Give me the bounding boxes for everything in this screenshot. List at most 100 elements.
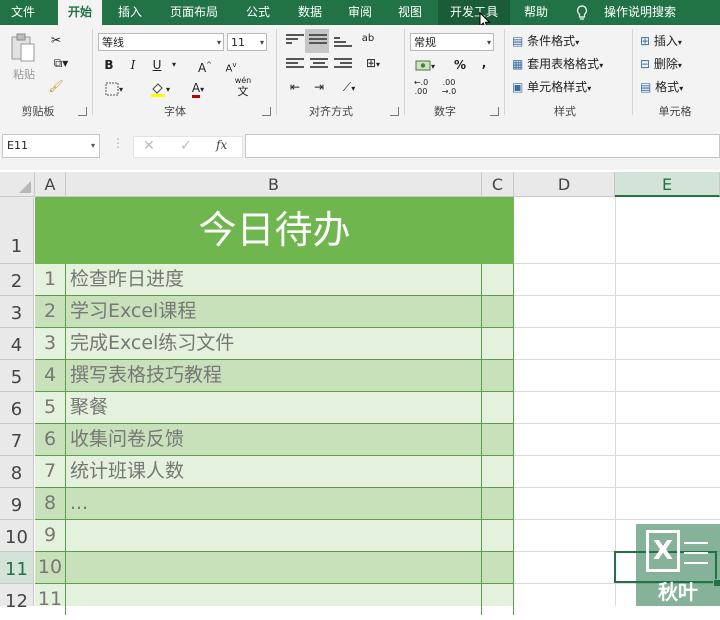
cancel-icon[interactable]: ✕ — [143, 138, 155, 154]
row-header-11[interactable]: 11 — [0, 552, 34, 584]
row-number-cell[interactable]: 10 — [35, 552, 66, 583]
row-number-cell[interactable]: 11 — [35, 584, 66, 615]
task-cell[interactable]: 撰写表格技巧教程 — [66, 360, 482, 391]
blank-cell[interactable] — [482, 264, 514, 295]
column-header-c[interactable]: C — [482, 172, 514, 197]
task-cell[interactable] — [66, 520, 482, 551]
row-header-4[interactable]: 4 — [0, 328, 34, 360]
confirm-icon[interactable]: ✓ — [180, 138, 192, 154]
column-header-e[interactable]: E — [615, 172, 720, 197]
select-all-corner[interactable] — [0, 172, 35, 197]
formula-input[interactable] — [245, 134, 720, 158]
table-row[interactable]: 11 — [35, 584, 514, 615]
task-cell[interactable]: 完成Excel练习文件 — [66, 328, 482, 359]
insert-cells-button[interactable]: ⊞ 插入▾ — [640, 31, 704, 51]
copy-icon[interactable]: ⧉▾ — [46, 53, 76, 73]
fill-color-button[interactable]: ▾ — [146, 78, 174, 98]
menu-home[interactable]: 开始 — [58, 0, 102, 25]
row-header-6[interactable]: 6 — [0, 392, 34, 424]
task-cell[interactable]: 统计班课人数 — [66, 456, 482, 487]
blank-cell[interactable] — [482, 520, 514, 551]
underline-button[interactable]: U — [148, 55, 166, 75]
row-header-8[interactable]: 8 — [0, 456, 34, 488]
blank-cell[interactable] — [482, 328, 514, 359]
row-header-1[interactable]: 1 — [0, 197, 34, 264]
menu-view[interactable]: 视图 — [390, 0, 430, 25]
task-cell[interactable]: 聚餐 — [66, 392, 482, 423]
table-row[interactable]: 4 撰写表格技巧教程 — [35, 360, 514, 392]
paste-button[interactable]: 粘贴 — [10, 33, 38, 82]
conditional-formatting-button[interactable]: ▤ 条件格式▾ — [512, 31, 612, 51]
number-launcher-icon[interactable] — [490, 107, 499, 116]
percent-style-button[interactable]: % — [450, 55, 470, 75]
font-shrink-button[interactable]: Av — [222, 55, 240, 75]
row-number-cell[interactable]: 5 — [35, 392, 66, 423]
row-number-cell[interactable]: 8 — [35, 488, 66, 519]
menu-help[interactable]: 帮助 — [514, 0, 558, 25]
font-color-button[interactable]: A▾ — [184, 78, 212, 98]
row-header-10[interactable]: 10 — [0, 520, 34, 552]
task-cell[interactable] — [66, 584, 482, 615]
row-number-cell[interactable]: 1 — [35, 264, 66, 295]
lightbulb-icon[interactable] — [572, 0, 592, 25]
task-cell[interactable]: ... — [66, 488, 482, 519]
decrease-decimal-icon[interactable]: .00 →.0 — [438, 78, 460, 98]
clipboard-launcher-icon[interactable] — [78, 107, 87, 116]
row-number-cell[interactable]: 2 — [35, 296, 66, 327]
italic-button[interactable]: I — [124, 55, 142, 75]
row-number-cell[interactable]: 7 — [35, 456, 66, 487]
align-right-icon[interactable] — [334, 58, 352, 72]
table-row[interactable]: 7 统计班课人数 — [35, 456, 514, 488]
format-cells-button[interactable]: ▤ 格式▾ — [640, 77, 704, 97]
chevron-down-icon[interactable]: ▾ — [91, 135, 95, 157]
menu-file[interactable]: 文件 — [0, 0, 46, 25]
number-format-select[interactable]: 常规 ▾ — [410, 33, 494, 51]
table-row[interactable]: 3 完成Excel练习文件 — [35, 328, 514, 360]
table-row[interactable]: 10 — [35, 552, 514, 584]
borders-button[interactable]: ▾ — [100, 78, 128, 98]
row-header-3[interactable]: 3 — [0, 296, 34, 328]
menu-developer[interactable]: 开发工具 — [438, 0, 510, 25]
wrap-text-icon[interactable]: ab — [358, 29, 378, 49]
blank-cell[interactable] — [482, 392, 514, 423]
menu-review[interactable]: 审阅 — [338, 0, 382, 25]
tell-me-search[interactable]: 操作说明搜索 — [598, 0, 682, 25]
blank-cell[interactable] — [482, 360, 514, 391]
task-cell[interactable] — [66, 552, 482, 583]
menu-insert[interactable]: 插入 — [108, 0, 152, 25]
task-cell[interactable]: 检查昨日进度 — [66, 264, 482, 295]
row-header-12[interactable]: 12 — [0, 584, 34, 612]
name-box[interactable]: E11 ▾ — [2, 134, 100, 158]
font-name-select[interactable]: 等线 ▾ — [98, 33, 224, 51]
align-center-icon[interactable] — [310, 58, 328, 72]
insert-function-icon[interactable]: fx — [216, 138, 227, 152]
column-header-d[interactable]: D — [514, 172, 615, 197]
row-number-cell[interactable]: 9 — [35, 520, 66, 551]
align-top-icon[interactable] — [286, 34, 304, 48]
table-row[interactable]: 6 收集问卷反馈 — [35, 424, 514, 456]
accounting-format-icon[interactable]: ▾ — [410, 55, 440, 75]
row-header-2[interactable]: 2 — [0, 264, 34, 296]
comma-style-button[interactable]: , — [476, 53, 492, 73]
menu-page-layout[interactable]: 页面布局 — [162, 0, 226, 25]
table-row[interactable]: 9 — [35, 520, 514, 552]
font-grow-button[interactable]: A^ — [196, 55, 214, 75]
alignment-launcher-icon[interactable] — [390, 107, 399, 116]
phonetic-button[interactable]: wén 文 — [226, 75, 260, 97]
row-header-5[interactable]: 5 — [0, 360, 34, 392]
underline-dropdown-icon[interactable]: ▾ — [168, 55, 180, 75]
column-header-a[interactable]: A — [35, 172, 66, 197]
table-row[interactable]: 1 检查昨日进度 — [35, 264, 514, 296]
sheet-title-cell[interactable]: 今日待办 — [35, 197, 514, 264]
merge-center-icon[interactable]: ⊞▾ — [358, 53, 388, 73]
font-size-select[interactable]: 11 ▾ — [227, 33, 267, 51]
blank-cell[interactable] — [482, 456, 514, 487]
increase-indent-icon[interactable]: ⇥ — [308, 77, 330, 97]
bold-button[interactable]: B — [100, 55, 118, 75]
format-as-table-button[interactable]: ▦ 套用表格格式▾ — [512, 54, 624, 74]
row-number-cell[interactable]: 3 — [35, 328, 66, 359]
row-number-cell[interactable]: 4 — [35, 360, 66, 391]
blank-cell[interactable] — [482, 488, 514, 519]
table-row[interactable]: 8 ... — [35, 488, 514, 520]
table-row[interactable]: 5 聚餐 — [35, 392, 514, 424]
